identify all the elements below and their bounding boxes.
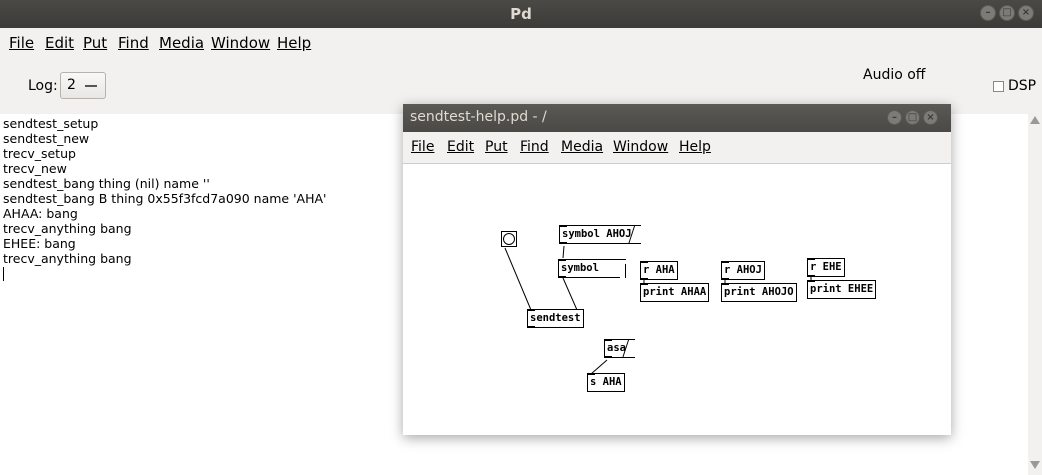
- console-line: trecv_anything bang: [3, 251, 132, 266]
- receive-aha-object[interactable]: r AHA: [640, 261, 678, 280]
- menu-edit[interactable]: Edit: [45, 34, 74, 52]
- console-line: sendtest_bang thing (nil) name '': [3, 176, 210, 191]
- msg-symbol-ahoj[interactable]: symbol AHOJ: [559, 225, 641, 244]
- console-line: sendtest_new: [3, 131, 90, 146]
- log-level-value: 2: [67, 77, 76, 93]
- symbol-atom-box[interactable]: symbol: [558, 259, 626, 278]
- menu-media[interactable]: Media: [159, 34, 204, 52]
- audio-status: Audio off: [863, 67, 926, 83]
- log-level-select[interactable]: 2: [60, 72, 106, 99]
- menu-find[interactable]: Find: [118, 34, 149, 52]
- sendtest-object[interactable]: sendtest: [527, 309, 584, 328]
- print-ahojo-object[interactable]: print AHOJO: [721, 283, 797, 302]
- console-line: EHEE: bang: [3, 236, 76, 251]
- patch-window: sendtest-help.pd - / – □ × File Edit Put…: [403, 104, 951, 435]
- scroll-down-icon[interactable]: [1030, 461, 1040, 469]
- receive-ehe-object[interactable]: r EHE: [807, 258, 845, 277]
- patch-menubar: File Edit Put Find Media Window Help: [403, 132, 951, 164]
- menu-window[interactable]: Window: [613, 139, 668, 155]
- menu-put[interactable]: Put: [83, 34, 107, 52]
- maximize-icon[interactable]: □: [905, 110, 920, 125]
- menu-file[interactable]: File: [9, 34, 34, 52]
- bang-circle-icon: [503, 233, 515, 245]
- main-titlebar: Pd – □ ×: [0, 0, 1042, 28]
- patch-title: sendtest-help.pd - /: [410, 109, 547, 125]
- patch-titlebar: sendtest-help.pd - / – □ ×: [403, 104, 951, 132]
- console-scrollbar[interactable]: [1028, 114, 1042, 475]
- minimize-icon[interactable]: –: [887, 110, 902, 125]
- console-line: sendtest_setup: [3, 116, 99, 131]
- bang-button[interactable]: [501, 231, 517, 247]
- menu-help[interactable]: Help: [679, 139, 711, 155]
- dsp-label[interactable]: DSP: [1008, 78, 1036, 94]
- menu-file[interactable]: File: [411, 139, 434, 155]
- dsp-checkbox[interactable]: [993, 81, 1004, 92]
- send-aha-object[interactable]: s AHA: [587, 373, 625, 392]
- console-line: trecv_setup: [3, 146, 76, 161]
- dropdown-arrow-icon: [85, 85, 97, 87]
- console-line: AHAA: bang: [3, 206, 78, 221]
- menu-find[interactable]: Find: [520, 139, 549, 155]
- close-icon[interactable]: ×: [1018, 5, 1034, 21]
- menu-edit[interactable]: Edit: [447, 139, 474, 155]
- menu-window[interactable]: Window: [211, 34, 270, 52]
- receive-ahoj-object[interactable]: r AHOJ: [721, 261, 765, 280]
- console-line: trecv_anything bang: [3, 221, 132, 236]
- print-ehee-object[interactable]: print EHEE: [807, 280, 877, 299]
- main-menubar: File Edit Put Find Media Window Help: [0, 28, 1042, 58]
- msg-asa[interactable]: asa: [604, 339, 635, 358]
- text-cursor: [3, 267, 4, 281]
- log-label: Log:: [28, 78, 58, 94]
- console-line: trecv_new: [3, 161, 67, 176]
- menu-media[interactable]: Media: [561, 139, 603, 155]
- console-line: sendtest_bang B thing 0x55f3fcd7a090 nam…: [3, 191, 327, 206]
- print-ahaa-object[interactable]: print AHAA: [640, 283, 710, 302]
- scroll-up-icon[interactable]: [1030, 116, 1040, 124]
- menu-put[interactable]: Put: [485, 139, 508, 155]
- close-icon[interactable]: ×: [923, 110, 938, 125]
- patch-canvas[interactable]: symbol AHOJ symbol sendtest r AHA print …: [403, 164, 951, 435]
- minimize-icon[interactable]: –: [980, 5, 996, 21]
- window-title: Pd: [510, 5, 532, 23]
- patch-window-controls: – □ ×: [887, 110, 938, 125]
- maximize-icon[interactable]: □: [999, 5, 1015, 21]
- window-controls: – □ ×: [980, 5, 1034, 21]
- menu-help[interactable]: Help: [277, 34, 311, 52]
